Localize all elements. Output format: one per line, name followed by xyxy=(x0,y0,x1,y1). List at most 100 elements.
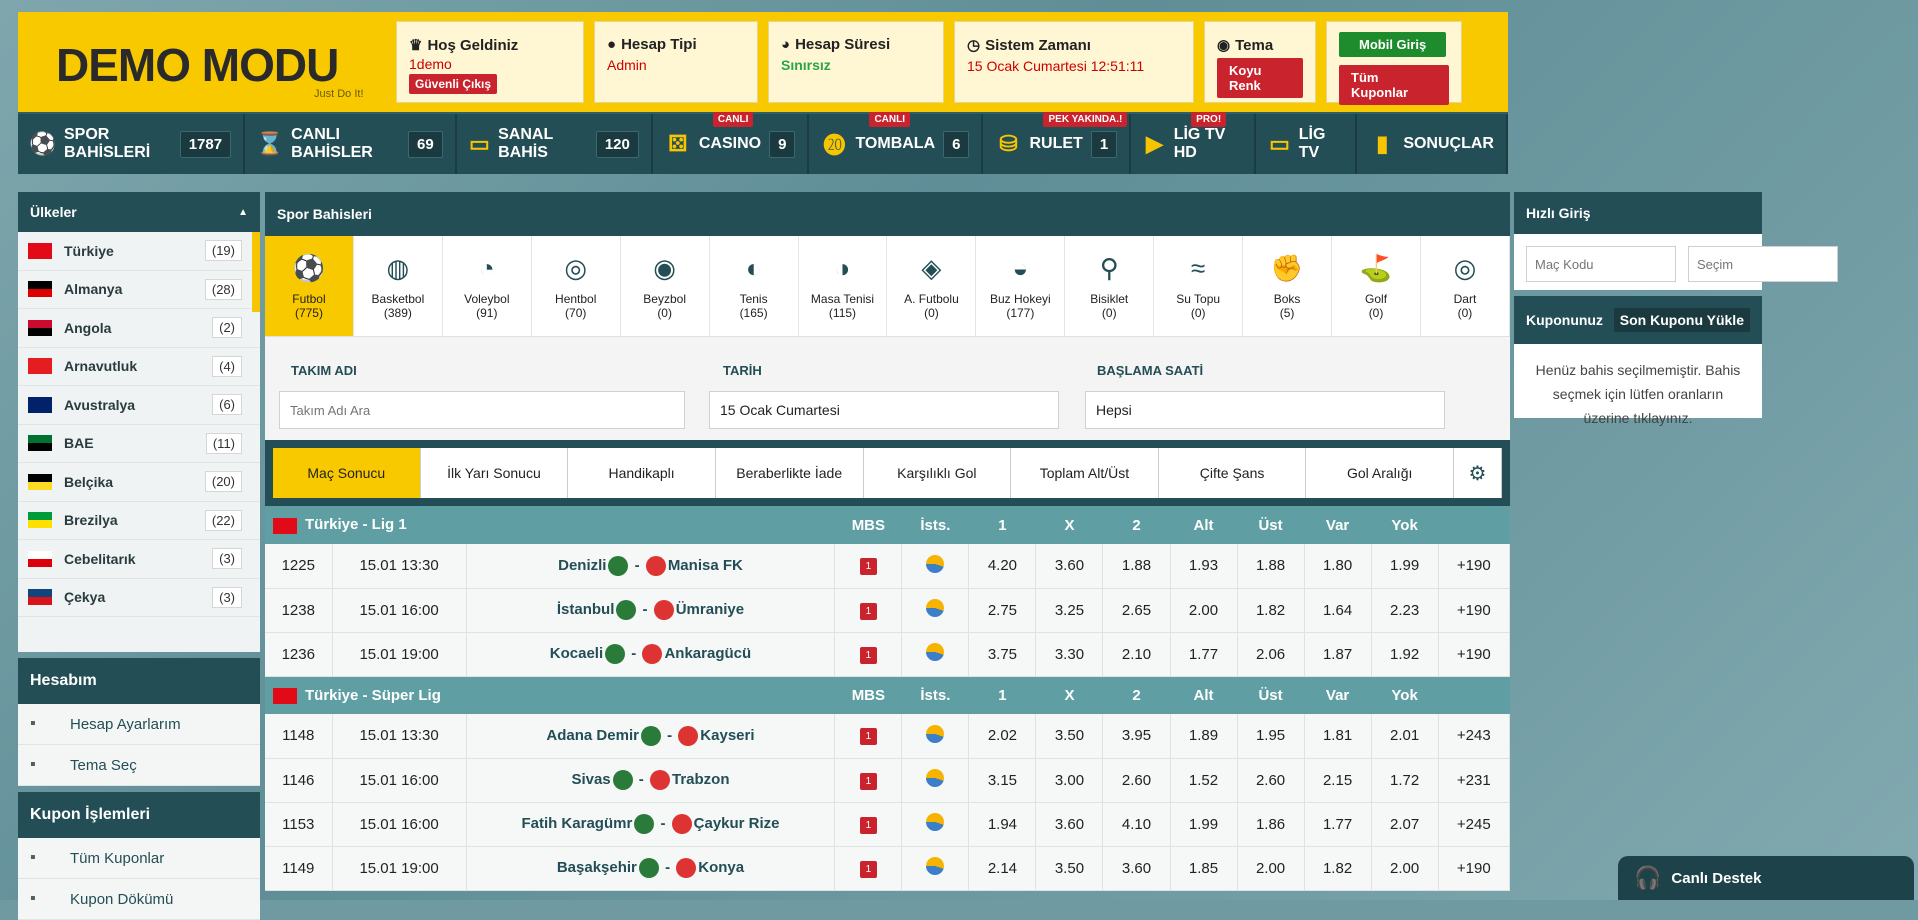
dark-theme-button[interactable]: Koyu Renk xyxy=(1217,58,1303,98)
odd-cell[interactable]: 1.94 xyxy=(968,802,1037,847)
odd-cell[interactable]: 4.20 xyxy=(968,544,1037,589)
sport-2[interactable]: ◔ Voleybol (91) xyxy=(443,236,532,336)
sport-10[interactable]: ≈ Su Topu (0) xyxy=(1154,236,1244,336)
menu-item[interactable]: ▪ Hesap Ayarlarım xyxy=(18,704,260,745)
sport-13[interactable]: ◎ Dart (0) xyxy=(1421,236,1510,336)
country-item[interactable]: Türkiye (19) xyxy=(18,232,260,271)
nav-item-4[interactable]: CANLI ⓴ TOMBALA 6 xyxy=(809,112,984,174)
sport-4[interactable]: ◉ Beyzbol (0) xyxy=(621,236,710,336)
odd-cell[interactable]: 1.88 xyxy=(1102,544,1171,589)
caret-up-icon[interactable]: ▲ xyxy=(238,207,248,218)
nav-item-3[interactable]: CANLI ⚄ CASINO 9 xyxy=(653,112,810,174)
sport-7[interactable]: ◈ A. Futbolu (0) xyxy=(887,236,977,336)
odd-cell[interactable]: 3.30 xyxy=(1035,632,1104,677)
odd-cell[interactable]: 3.95 xyxy=(1102,714,1171,759)
odd-cell[interactable]: 2.06 xyxy=(1237,632,1305,677)
tab-6[interactable]: Çifte Şans xyxy=(1158,448,1307,498)
odd-cell[interactable]: 2.02 xyxy=(968,714,1037,759)
gear-icon[interactable]: ⚙ xyxy=(1454,448,1502,498)
mobile-login-button[interactable]: Mobil Giriş xyxy=(1339,32,1447,57)
match-teams[interactable]: Başakşehir - Konya xyxy=(466,846,836,891)
odd-cell[interactable]: 1.52 xyxy=(1170,758,1238,803)
odd-cell[interactable]: 3.60 xyxy=(1035,802,1104,847)
odd-cell[interactable]: 1.81 xyxy=(1304,714,1372,759)
odd-cell[interactable]: 3.60 xyxy=(1035,544,1104,589)
stats-cell[interactable] xyxy=(901,544,970,589)
stats-pie-icon[interactable] xyxy=(926,554,945,573)
odd-cell[interactable]: 1.87 xyxy=(1304,632,1372,677)
team-search-input[interactable] xyxy=(279,391,685,429)
stats-cell[interactable] xyxy=(901,758,970,803)
more-odds[interactable]: +245 xyxy=(1438,802,1511,847)
odd-cell[interactable]: 2.23 xyxy=(1371,588,1439,633)
odd-cell[interactable]: 2.15 xyxy=(1304,758,1372,803)
match-code-input[interactable] xyxy=(1526,246,1676,282)
stats-cell[interactable] xyxy=(901,846,970,891)
match-teams[interactable]: Denizli - Manisa FK xyxy=(466,544,836,589)
odd-cell[interactable]: 2.60 xyxy=(1237,758,1305,803)
odd-cell[interactable]: 1.77 xyxy=(1304,802,1372,847)
nav-item-7[interactable]: ▭ LİG TV xyxy=(1256,114,1358,174)
stats-pie-icon[interactable] xyxy=(926,643,945,661)
odd-cell[interactable]: 1.82 xyxy=(1304,846,1372,891)
odd-cell[interactable]: 2.00 xyxy=(1237,846,1305,891)
country-item[interactable]: Angola (2) xyxy=(18,309,260,348)
odd-cell[interactable]: 3.75 xyxy=(968,632,1037,677)
odd-cell[interactable]: 3.25 xyxy=(1035,588,1104,633)
sport-0[interactable]: ⚽ Futbol (775) xyxy=(265,236,354,336)
countries-header[interactable]: Ülkeler ▲ xyxy=(18,192,260,232)
sport-11[interactable]: ✊ Boks (5) xyxy=(1243,236,1333,336)
stats-cell[interactable] xyxy=(901,714,970,759)
odd-cell[interactable]: 3.00 xyxy=(1035,758,1104,803)
stats-pie-icon[interactable] xyxy=(926,599,945,617)
country-item[interactable]: BAE (11) xyxy=(18,425,260,463)
more-odds[interactable]: +190 xyxy=(1438,544,1511,589)
odd-cell[interactable]: 3.15 xyxy=(968,758,1037,803)
odd-cell[interactable]: 1.64 xyxy=(1304,588,1372,633)
odd-cell[interactable]: 2.00 xyxy=(1371,846,1439,891)
more-odds[interactable]: +243 xyxy=(1438,714,1511,759)
odd-cell[interactable]: 2.01 xyxy=(1371,714,1439,759)
match-teams[interactable]: Sivas - Trabzon xyxy=(466,758,836,803)
choice-input[interactable] xyxy=(1688,246,1838,282)
odd-cell[interactable]: 2.00 xyxy=(1170,588,1238,633)
tab-4[interactable]: Karşılıklı Gol xyxy=(863,448,1012,498)
nav-item-5[interactable]: PEK YAKINDA.! ⛁ RULET 1 xyxy=(983,112,1132,174)
tab-1[interactable]: İlk Yarı Sonucu xyxy=(420,448,569,498)
odd-cell[interactable]: 2.10 xyxy=(1102,632,1171,677)
match-teams[interactable]: Fatih Karagümr - Çaykur Rize xyxy=(466,802,836,847)
tab-7[interactable]: Gol Aralığı xyxy=(1306,448,1454,498)
menu-item[interactable]: ▪ Tema Seç xyxy=(18,745,260,786)
more-odds[interactable]: +231 xyxy=(1438,758,1511,803)
country-item[interactable]: Belçika (20) xyxy=(18,463,260,502)
match-teams[interactable]: Adana Demir - Kayseri xyxy=(466,714,836,759)
sport-8[interactable]: ◒ Buz Hokeyi (177) xyxy=(976,236,1066,336)
more-odds[interactable]: +190 xyxy=(1438,588,1511,633)
country-item[interactable]: Cebelitarık (3) xyxy=(18,540,260,579)
logo[interactable]: DEMO MODU Just Do It! xyxy=(36,12,396,112)
sport-1[interactable]: ◍ Basketbol (389) xyxy=(354,236,443,336)
odd-cell[interactable]: 1.80 xyxy=(1304,544,1372,589)
odd-cell[interactable]: 2.65 xyxy=(1102,588,1171,633)
all-coupons-button[interactable]: Tüm Kuponlar xyxy=(1339,65,1449,105)
match-teams[interactable]: İstanbul - Ümraniye xyxy=(466,588,836,633)
country-item[interactable]: Almanya (28) xyxy=(18,271,260,309)
more-odds[interactable]: +190 xyxy=(1438,632,1511,677)
odd-cell[interactable]: 3.50 xyxy=(1035,714,1104,759)
country-item[interactable]: Arnavutluk (4) xyxy=(18,348,260,386)
sport-9[interactable]: ⚲ Bisiklet (0) xyxy=(1065,236,1155,336)
sport-6[interactable]: ◑ Masa Tenisi (115) xyxy=(799,236,888,336)
stats-pie-icon[interactable] xyxy=(926,813,945,831)
odd-cell[interactable]: 3.60 xyxy=(1102,846,1171,891)
tab-5[interactable]: Toplam Alt/Üst xyxy=(1011,448,1159,498)
odd-cell[interactable]: 1.82 xyxy=(1237,588,1305,633)
stats-pie-icon[interactable] xyxy=(926,724,945,743)
odd-cell[interactable]: 1.88 xyxy=(1237,544,1305,589)
more-odds[interactable]: +190 xyxy=(1438,846,1511,891)
stats-cell[interactable] xyxy=(901,632,970,677)
load-last-coupon-button[interactable]: Son Kuponu Yükle xyxy=(1613,308,1750,332)
odd-cell[interactable]: 1.72 xyxy=(1371,758,1439,803)
tab-2[interactable]: Handikaplı xyxy=(568,448,716,498)
tab-0[interactable]: Maç Sonucu xyxy=(273,448,421,498)
nav-item-6[interactable]: PRO! ▶ LİG TV HD xyxy=(1131,112,1257,174)
